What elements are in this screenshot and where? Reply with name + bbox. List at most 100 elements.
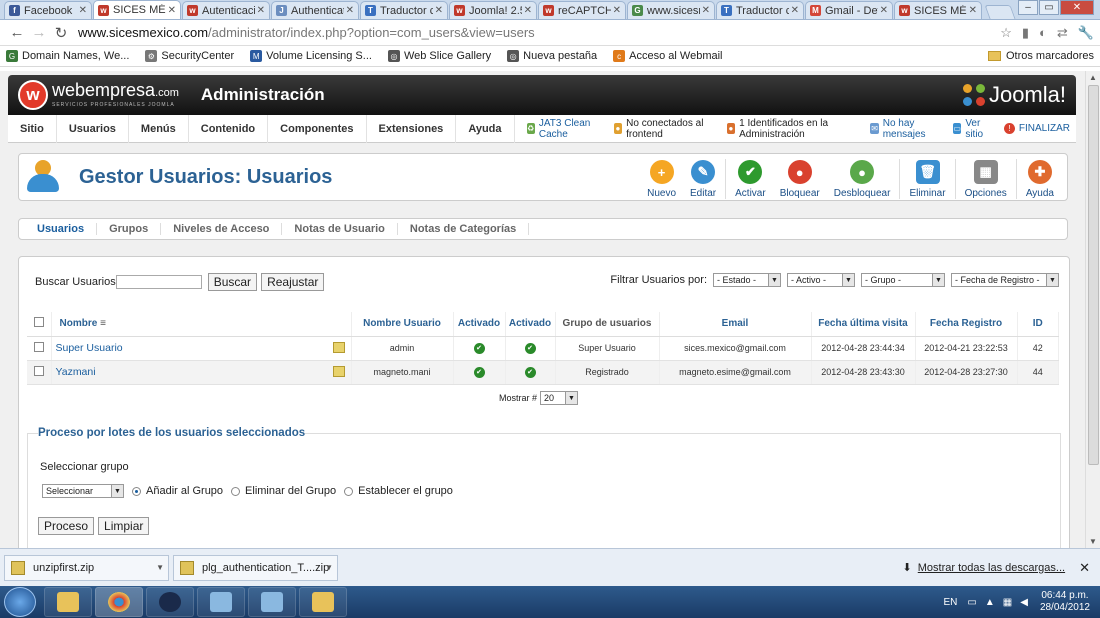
chevron-down-icon[interactable]: ▼ bbox=[325, 563, 333, 572]
new-tab-button[interactable] bbox=[984, 5, 1016, 19]
wrench-icon[interactable]: 🔧 bbox=[1078, 25, 1094, 41]
col-last-visit[interactable]: Fecha última visita bbox=[811, 312, 916, 337]
state-filter[interactable]: - Estado - ▼ bbox=[713, 273, 781, 287]
url-field[interactable]: www.sicesmexico.com/administrator/index.… bbox=[72, 22, 992, 44]
language-indicator[interactable]: EN bbox=[944, 597, 958, 608]
col-id[interactable]: ID bbox=[1017, 312, 1059, 337]
browser-tab[interactable]: J Authenticat ✕ bbox=[271, 1, 359, 19]
translate-icon[interactable]: ⇄ bbox=[1057, 25, 1068, 41]
browser-tab[interactable]: f Facebook ✕ bbox=[4, 1, 92, 19]
scroll-down-icon[interactable]: ▼ bbox=[1089, 537, 1097, 546]
check-icon[interactable]: ✔ bbox=[524, 343, 536, 354]
clock[interactable]: 06:44 p.m. 28/04/2012 bbox=[1040, 590, 1090, 614]
subnav-item[interactable]: Notas de Categorías bbox=[398, 223, 530, 235]
search-button[interactable]: Buscar bbox=[207, 273, 258, 291]
group-filter[interactable]: - Grupo - ▼ bbox=[861, 273, 945, 287]
back-button[interactable]: ← bbox=[6, 24, 28, 41]
download-item-1[interactable]: unzipfirst.zip ▼ bbox=[4, 554, 169, 581]
row-checkbox[interactable] bbox=[33, 366, 44, 376]
menu-item[interactable]: Extensiones bbox=[367, 114, 457, 143]
bookmark-item[interactable]: ⚙ SecurityCenter bbox=[145, 50, 234, 62]
menu-item[interactable]: Usuarios bbox=[57, 114, 129, 143]
add-note-icon[interactable] bbox=[332, 366, 345, 377]
toolbar-button[interactable]: + Nuevo bbox=[640, 160, 683, 199]
browser-tab[interactable]: M Gmail - Det ✕ bbox=[805, 1, 893, 19]
extension-icon[interactable]: ◐ bbox=[1039, 25, 1047, 41]
limit-select[interactable]: 20 ▼ bbox=[540, 391, 579, 405]
scroll-up-icon[interactable]: ▲ bbox=[1089, 73, 1097, 82]
browser-tab[interactable]: w reCAPTCHA✕ bbox=[538, 1, 626, 19]
browser-tab[interactable]: w SICES MÉXI✕ bbox=[93, 0, 181, 19]
check-icon[interactable]: ✔ bbox=[524, 367, 536, 378]
minimize-button[interactable]: – bbox=[1018, 0, 1038, 15]
tab-close-icon[interactable]: ✕ bbox=[524, 5, 532, 16]
browser-tab[interactable]: T Traductor c ✕ bbox=[360, 1, 448, 19]
subnav-item[interactable]: Usuarios bbox=[25, 223, 98, 235]
toolbar-button[interactable]: 🗑 Eliminar bbox=[902, 160, 952, 199]
browser-tab[interactable]: w Autenticaci ✕ bbox=[182, 1, 270, 19]
browser-tab[interactable]: T Traductor c ✕ bbox=[716, 1, 804, 19]
add-note-icon[interactable] bbox=[332, 342, 345, 353]
tab-close-icon[interactable]: ✕ bbox=[79, 5, 87, 16]
menu-item[interactable]: Componentes bbox=[268, 114, 367, 143]
menu-item[interactable]: Sitio bbox=[8, 114, 57, 143]
chevron-down-icon[interactable]: ▼ bbox=[156, 563, 164, 572]
reset-button[interactable]: Reajustar bbox=[261, 273, 325, 291]
add-group-radio[interactable] bbox=[132, 486, 141, 496]
subnav-item[interactable]: Grupos bbox=[97, 223, 162, 235]
chrome-taskbar-button[interactable] bbox=[95, 587, 143, 617]
date-filter[interactable]: - Fecha de Registro - ▼ bbox=[951, 273, 1059, 287]
check-icon[interactable]: ✔ bbox=[473, 367, 485, 378]
bookmark-item[interactable]: G Domain Names, We... bbox=[6, 50, 129, 62]
col-username[interactable]: Nombre Usuario bbox=[351, 312, 454, 337]
vertical-scrollbar[interactable]: ▲ ▼ bbox=[1085, 71, 1100, 548]
toolbar-button[interactable]: ✔ Activar bbox=[728, 160, 773, 199]
toolbar-button[interactable]: ● Desbloquear bbox=[827, 160, 898, 199]
signal-icon[interactable]: ▮ bbox=[1022, 25, 1029, 41]
download-item-2[interactable]: plg_authentication_T....zip ▼ bbox=[173, 554, 338, 581]
tab-close-icon[interactable]: ✕ bbox=[613, 5, 621, 16]
tab-close-icon[interactable]: ✕ bbox=[880, 5, 888, 16]
menu-item[interactable]: Menús bbox=[129, 114, 189, 143]
forward-button[interactable]: → bbox=[28, 24, 50, 41]
tab-close-icon[interactable]: ✕ bbox=[791, 5, 799, 16]
remove-group-radio[interactable] bbox=[231, 486, 241, 496]
show-all-downloads-link[interactable]: Mostrar todas las descargas... bbox=[918, 562, 1065, 574]
tab-close-icon[interactable]: ✕ bbox=[969, 5, 977, 16]
keyboard-icon[interactable]: ▭ bbox=[967, 597, 976, 608]
other-bookmarks[interactable]: Otros marcadores bbox=[987, 50, 1094, 62]
close-downloads-icon[interactable]: ✕ bbox=[1079, 560, 1090, 576]
tab-close-icon[interactable]: ✕ bbox=[435, 5, 443, 16]
tab-close-icon[interactable]: ✕ bbox=[168, 5, 176, 16]
webempresa-logo[interactable]: w webempresa.com SERVICIOS PROFESIONALES… bbox=[18, 80, 179, 110]
subnav-item[interactable]: Notas de Usuario bbox=[282, 223, 398, 235]
app-taskbar-button-2[interactable] bbox=[248, 587, 296, 617]
subnav-item[interactable]: Niveles de Acceso bbox=[161, 223, 283, 235]
col-name[interactable]: Nombre ≡ bbox=[51, 312, 352, 337]
clear-button[interactable]: Limpiar bbox=[98, 517, 150, 535]
col-activated[interactable]: Activado bbox=[453, 312, 506, 337]
row-checkbox[interactable] bbox=[33, 342, 44, 352]
reload-button[interactable]: ↻ bbox=[50, 24, 72, 42]
view-site-link[interactable]: ▭ Ver sitio bbox=[953, 118, 992, 140]
select-all-checkbox[interactable] bbox=[33, 317, 44, 328]
browser-tab[interactable]: Gwww.sicesr ✕ bbox=[627, 1, 715, 19]
active-filter[interactable]: - Activo - ▼ bbox=[787, 273, 855, 287]
set-group-radio[interactable] bbox=[344, 486, 354, 496]
bookmark-item[interactable]: c Acceso al Webmail bbox=[613, 50, 723, 62]
explorer-taskbar-button[interactable] bbox=[44, 587, 92, 617]
tray-expand-icon[interactable]: ▲ bbox=[985, 597, 995, 608]
browser-tab[interactable]: w Joomla! 2.5 ✕ bbox=[449, 1, 537, 19]
bookmark-item[interactable]: M Volume Licensing S... bbox=[250, 50, 372, 62]
col-email[interactable]: Email bbox=[659, 312, 812, 337]
toolbar-button[interactable]: ✎ Editar bbox=[683, 160, 723, 199]
media-taskbar-button[interactable] bbox=[146, 587, 194, 617]
search-input[interactable] bbox=[115, 275, 202, 289]
bookmark-item[interactable]: ◎ Web Slice Gallery bbox=[387, 50, 491, 62]
clean-cache-link[interactable]: ♻ JAT3 Clean Cache bbox=[526, 118, 602, 140]
menu-item[interactable]: Contenido bbox=[189, 114, 269, 143]
check-icon[interactable]: ✔ bbox=[473, 343, 485, 354]
toolbar-button[interactable]: ✚ Ayuda bbox=[1019, 160, 1061, 199]
volume-icon[interactable]: ◀ bbox=[1020, 597, 1028, 608]
messages-link[interactable]: ✉ No hay mensajes bbox=[870, 118, 941, 140]
